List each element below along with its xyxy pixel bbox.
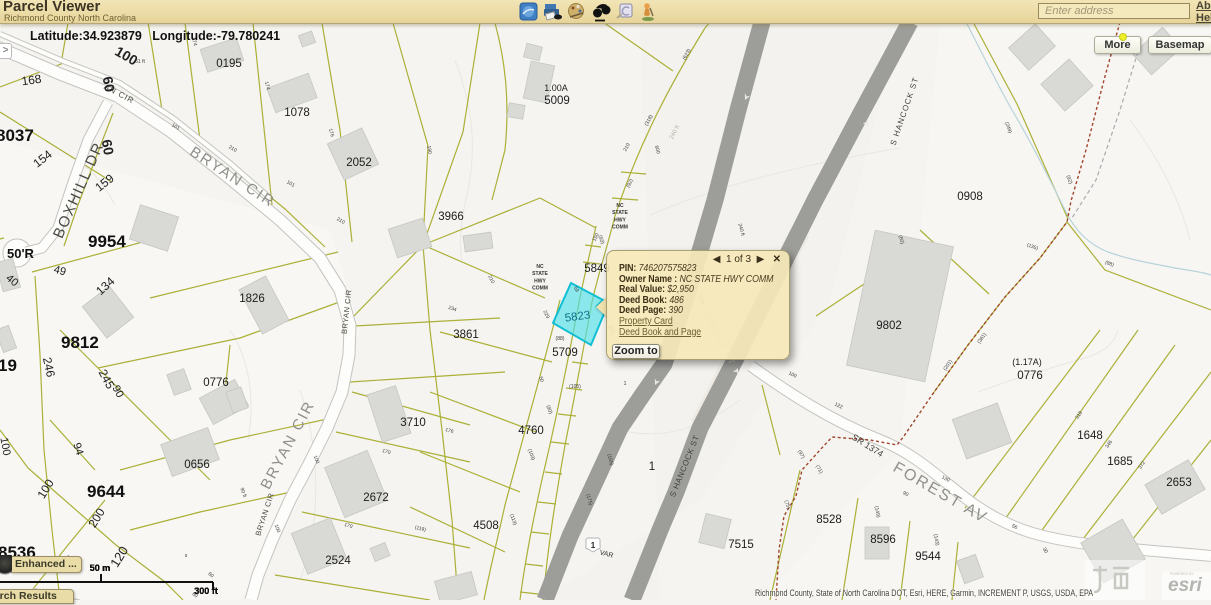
svg-text:3966: 3966 xyxy=(438,211,464,223)
svg-text:9812: 9812 xyxy=(61,333,99,352)
svg-text:50'R: 50'R xyxy=(7,246,35,261)
svg-text:3861: 3861 xyxy=(453,329,479,341)
svg-text:STATE: STATE xyxy=(532,271,548,277)
svg-text:9802: 9802 xyxy=(876,320,902,332)
svg-text:1648: 1648 xyxy=(1077,430,1103,442)
svg-text:1685: 1685 xyxy=(1107,456,1133,468)
svg-text:0776: 0776 xyxy=(1017,370,1043,382)
svg-text:9644: 9644 xyxy=(87,482,125,501)
svg-text:9954: 9954 xyxy=(88,232,126,251)
svg-text:300 ft: 300 ft xyxy=(194,586,218,596)
svg-text:1: 1 xyxy=(591,541,596,550)
svg-text:5709: 5709 xyxy=(552,347,578,359)
svg-text:2052: 2052 xyxy=(346,157,372,169)
svg-text:(1.17A): (1.17A) xyxy=(1012,357,1042,367)
svg-text:2653: 2653 xyxy=(1166,477,1192,489)
svg-text:100: 100 xyxy=(0,436,12,456)
svg-text:60: 60 xyxy=(100,75,118,93)
svg-text:8528: 8528 xyxy=(816,514,842,526)
svg-text:0195: 0195 xyxy=(216,58,242,70)
svg-text:1826: 1826 xyxy=(239,293,265,305)
svg-text:3710: 3710 xyxy=(400,417,426,429)
svg-text:1.00A: 1.00A xyxy=(544,83,568,93)
svg-text:NC: NC xyxy=(616,203,624,209)
svg-text:HWY: HWY xyxy=(614,217,626,223)
svg-text:4508: 4508 xyxy=(473,520,499,532)
svg-text:8596: 8596 xyxy=(870,534,896,546)
svg-text:1: 1 xyxy=(649,461,655,473)
svg-text:(88): (88) xyxy=(556,336,565,342)
svg-text:5009: 5009 xyxy=(544,95,570,107)
svg-text:19: 19 xyxy=(0,356,17,375)
svg-text:1078: 1078 xyxy=(284,107,310,119)
svg-text:1: 1 xyxy=(624,381,627,387)
svg-text:168: 168 xyxy=(21,72,43,89)
svg-text:0908: 0908 xyxy=(957,191,983,203)
svg-text:NC: NC xyxy=(536,264,544,270)
svg-text:7515: 7515 xyxy=(728,539,754,551)
svg-text:STATE: STATE xyxy=(612,210,628,216)
svg-text:(105): (105) xyxy=(569,384,581,390)
svg-text:0776: 0776 xyxy=(203,377,229,389)
svg-text:0656: 0656 xyxy=(184,459,210,471)
svg-text:COMM: COMM xyxy=(612,225,628,231)
svg-text:50 m: 50 m xyxy=(90,563,111,573)
svg-text:9544: 9544 xyxy=(915,551,941,563)
svg-text:COMM: COMM xyxy=(532,286,548,292)
svg-text:2524: 2524 xyxy=(325,555,351,567)
svg-text:HWY: HWY xyxy=(534,278,546,284)
svg-text:60: 60 xyxy=(99,138,117,156)
svg-text:4760: 4760 xyxy=(518,425,544,437)
svg-text:8037: 8037 xyxy=(0,126,34,145)
svg-text:61 ft: 61 ft xyxy=(135,59,145,65)
svg-text:2672: 2672 xyxy=(363,492,389,504)
